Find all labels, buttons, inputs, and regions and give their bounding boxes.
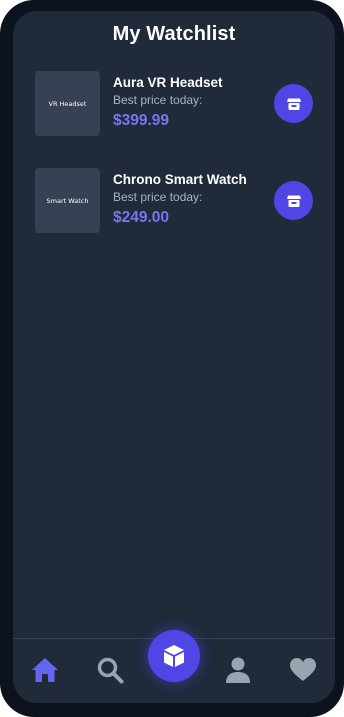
store-icon xyxy=(286,195,301,207)
product-thumbnail: Smart Watch xyxy=(35,168,100,233)
watchlist-item[interactable]: Smart Watch Chrono Smart Watch Best pric… xyxy=(35,168,315,234)
nav-search[interactable] xyxy=(94,654,126,686)
thumbnail-label: VR Headset xyxy=(48,99,87,108)
nav-home[interactable] xyxy=(29,654,61,686)
price-label: Best price today: xyxy=(113,190,203,204)
store-icon xyxy=(286,98,301,110)
page-title: My Watchlist xyxy=(112,23,236,45)
thumbnail-label: Smart Watch xyxy=(46,196,89,205)
product-price: $399.99 xyxy=(113,112,170,129)
nav-favorites[interactable] xyxy=(287,654,319,686)
center-action-button[interactable] xyxy=(148,630,200,682)
product-price: $249.00 xyxy=(113,209,170,226)
product-thumbnail: VR Headset xyxy=(35,71,100,136)
app-screen: My Watchlist VR Headset Aura VR Headset … xyxy=(13,11,335,703)
heart-icon xyxy=(290,658,316,681)
watchlist-item[interactable]: VR Headset Aura VR Headset Best price to… xyxy=(35,71,315,137)
product-name: Aura VR Headset xyxy=(113,75,223,90)
nav-profile[interactable] xyxy=(222,654,254,686)
user-icon xyxy=(226,657,250,683)
product-name: Chrono Smart Watch xyxy=(113,172,247,187)
home-icon xyxy=(32,658,58,682)
price-label: Best price today: xyxy=(113,93,203,107)
search-icon xyxy=(97,657,124,684)
view-store-button[interactable] xyxy=(274,84,313,123)
view-store-button[interactable] xyxy=(274,181,313,220)
cube-icon xyxy=(164,645,184,667)
device-frame: My Watchlist VR Headset Aura VR Headset … xyxy=(0,0,344,717)
